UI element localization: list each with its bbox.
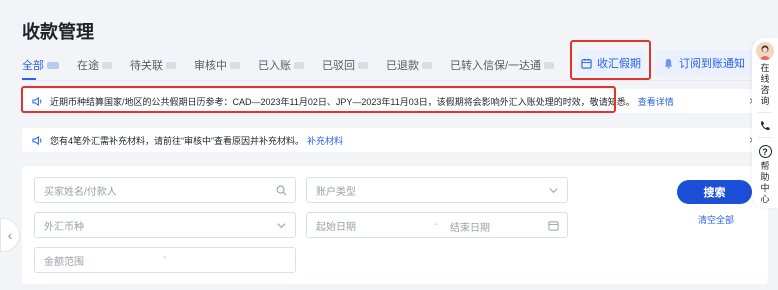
search-button[interactable]: 搜索 [677,180,752,204]
amount-range-input[interactable]: 金额范围 - [34,247,296,273]
subscribe-notify-button[interactable]: 订阅到账通知 [656,50,752,76]
tab-refunded[interactable]: 已退款 [386,54,432,76]
currency-placeholder: 外汇币种 [44,221,84,233]
tab-pending-link[interactable]: 待关联 [130,54,176,76]
date-range-picker[interactable]: 起始日期 - 结束日期 [306,212,568,238]
chevron-down-icon [549,188,558,194]
account-type-select[interactable]: 账户类型 [306,177,568,203]
avatar [756,42,774,60]
tab-rejected[interactable]: 已驳回 [322,54,368,76]
date-separator: - [434,219,438,230]
tab-transferred[interactable]: 已转入信保/一达通 [450,54,555,76]
tab-count [422,61,432,69]
help-icon: ? [758,145,772,158]
tab-label: 已驳回 [322,60,355,72]
tab-divider [22,80,752,81]
materials-notice-bar: 您有4笔外汇需补充材料，请前往“审核中”查看原因并补充材料。 补充材料 × [22,128,768,152]
side-service-panel: 在线咨询 ? 帮助中心 [752,38,778,208]
view-details-link[interactable]: 查看详情 [638,95,674,108]
tab-count [230,61,240,69]
tab-count [102,61,112,69]
search-icon [276,185,287,196]
tab-count [166,61,176,69]
calendar-icon [548,221,559,231]
divider [758,137,772,138]
filter-panel: 买家姓名/付款人 账户类型 外汇币种 起始日期 - 结束日期 金额范围 - 搜索… [22,166,768,284]
tab-in-transit[interactable]: 在途 [77,54,112,76]
chevron-down-icon [277,223,286,229]
online-consult-link[interactable]: 在线咨询 [760,63,770,107]
amount-placeholder: 金额范围 [44,256,84,268]
help-center-link[interactable]: 帮助中心 [760,161,770,205]
holiday-button-label: 收汇假期 [597,58,641,70]
speaker-icon [32,96,42,106]
bell-icon [664,58,673,69]
chevron-left-icon[interactable]: ‹ [0,218,20,252]
tab-label: 已转入信保/一达通 [450,60,542,72]
tab-label: 已退款 [386,60,419,72]
start-date-placeholder: 起始日期 [316,221,356,233]
buyer-placeholder: 买家姓名/付款人 [44,186,117,198]
divider [758,112,772,113]
supplement-materials-link[interactable]: 补充材料 [307,134,343,147]
tab-label: 已入账 [258,60,291,72]
tab-under-review[interactable]: 审核中 [194,54,240,76]
clear-all-link[interactable]: 清空全部 [698,213,734,226]
page-title: 收款管理 [22,22,94,42]
tab-label: 全部 [22,60,44,72]
notice-text: 近期币种结算国家/地区的公共假期日历参考：CAD—2023年11月02日、JPY… [50,96,635,107]
end-date-placeholder: 结束日期 [450,223,490,234]
speaker-icon [32,135,42,145]
currency-select[interactable]: 外汇币种 [34,212,296,238]
tab-label: 在途 [77,60,99,72]
buyer-search-input[interactable]: 买家姓名/付款人 [34,177,296,203]
tab-label: 审核中 [194,60,227,72]
calendar-icon [581,58,592,69]
tab-label: 待关联 [130,60,163,72]
tab-count [294,61,304,69]
tab-count [47,61,59,69]
holiday-notice-bar: 近期币种结算国家/地区的公共假期日历参考：CAD—2023年11月02日、JPY… [22,89,768,113]
tab-count [544,61,555,69]
amount-separator: - [163,252,167,263]
holiday-button[interactable]: 收汇假期 [577,50,645,76]
account-type-placeholder: 账户类型 [316,186,356,198]
status-tabs: 全部 在途 待关联 审核中 已入账 已驳回 已退款 已转入信保/一达通 [22,54,572,80]
tab-credited[interactable]: 已入账 [258,54,304,76]
subscribe-notify-label: 订阅到账通知 [679,58,745,70]
phone-icon[interactable] [759,120,771,132]
tab-count [358,61,368,69]
tab-all[interactable]: 全部 [22,54,59,80]
notice-text: 您有4笔外汇需补充材料，请前往“审核中”查看原因并补充材料。 [50,135,305,146]
